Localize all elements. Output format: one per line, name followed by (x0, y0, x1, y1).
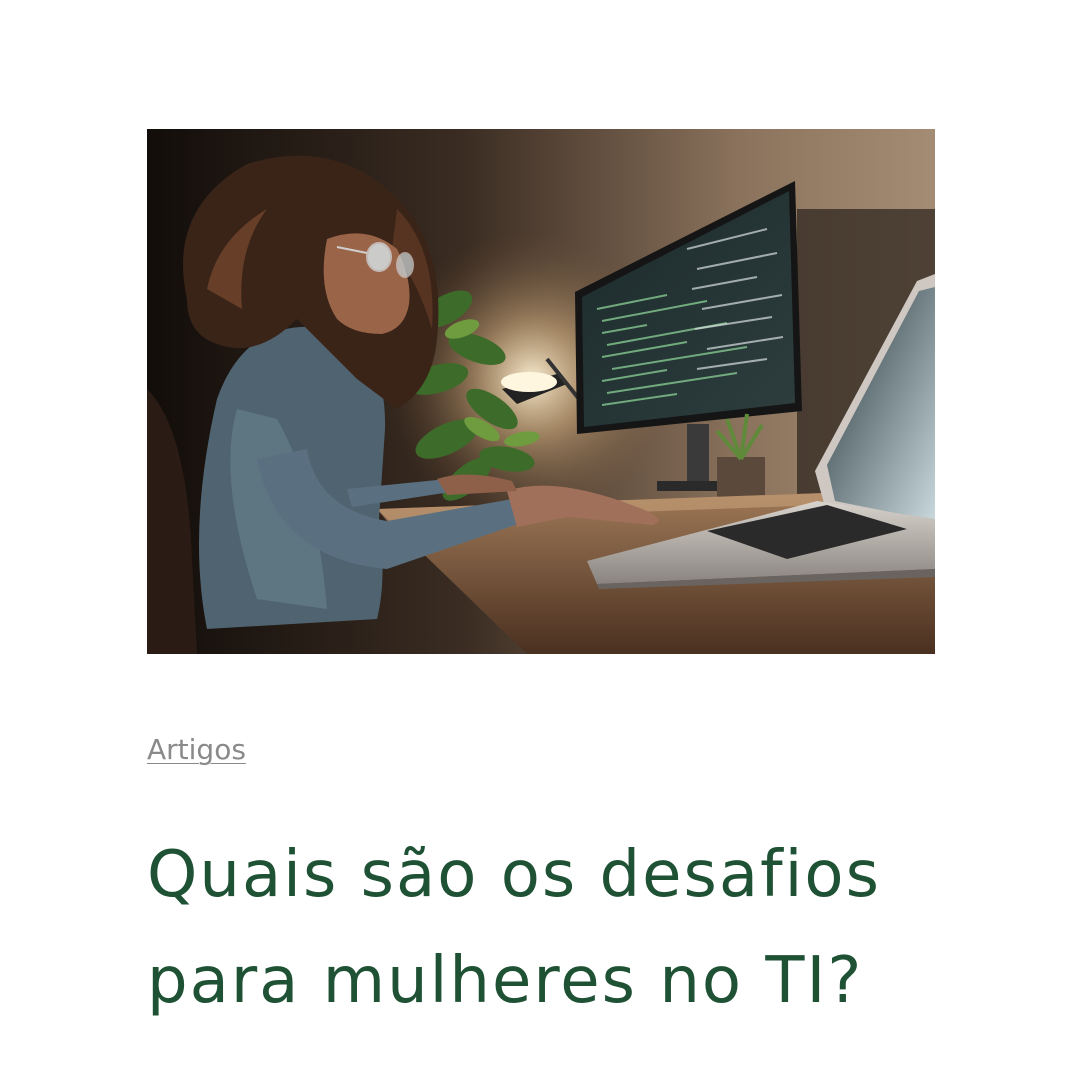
article-title[interactable]: Quais são os desafios para mulheres no T… (147, 822, 967, 1034)
featured-image[interactable] (147, 129, 935, 654)
category-link[interactable]: Artigos (147, 730, 246, 770)
featured-photo (147, 129, 935, 654)
article-card: Artigos Quais são os desafios para mulhe… (0, 0, 1080, 1080)
